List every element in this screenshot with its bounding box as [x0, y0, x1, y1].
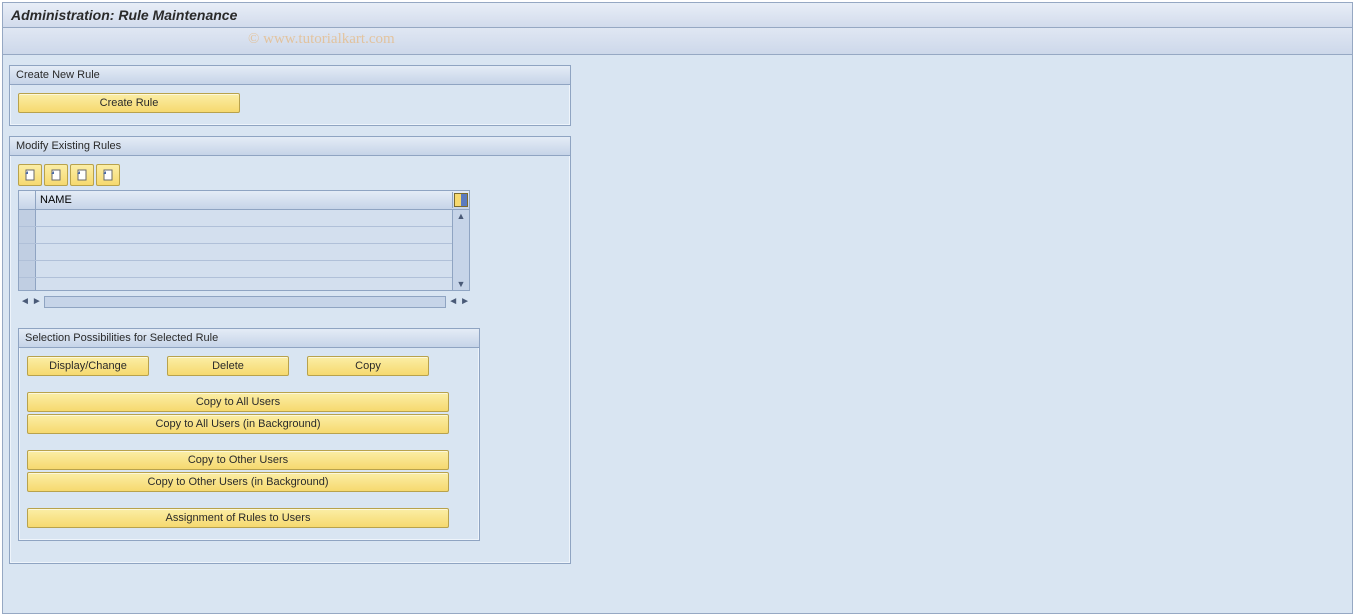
copy-to-all-users-bg-button[interactable]: Copy to All Users (in Background) — [27, 414, 449, 434]
table-row[interactable] — [19, 227, 469, 244]
table-row[interactable] — [19, 210, 469, 227]
hscroll-track[interactable] — [44, 296, 446, 308]
toolbar-icon-4[interactable] — [96, 164, 120, 186]
table-configure-button[interactable] — [452, 192, 469, 208]
copy-to-other-users-button[interactable]: Copy to Other Users — [27, 450, 449, 470]
table-row[interactable] — [19, 244, 469, 261]
vertical-scrollbar[interactable]: ▲ ▼ — [452, 210, 469, 290]
scroll-right-icon[interactable]: ◄ — [448, 295, 458, 308]
title-bar: Administration: Rule Maintenance — [3, 3, 1352, 28]
row-selector[interactable] — [19, 261, 36, 277]
watermark-text: © www.tutorialkart.com — [248, 31, 395, 48]
document-icon — [101, 168, 115, 182]
assignment-rules-button[interactable]: Assignment of Rules to Users — [27, 508, 449, 528]
toolbar-icon-3[interactable] — [70, 164, 94, 186]
cell-name[interactable] — [36, 210, 469, 226]
horizontal-scrollbar[interactable]: ◄ ► ◄ ► — [18, 291, 472, 308]
panel-create-rule-header: Create New Rule — [10, 66, 570, 85]
row-selector[interactable] — [19, 278, 36, 290]
table-row[interactable] — [19, 278, 469, 290]
page-title: Administration: Rule Maintenance — [11, 7, 237, 23]
panel-modify-rules: Modify Existing Rules — [9, 136, 571, 564]
row-selector[interactable] — [19, 227, 36, 243]
scroll-down-icon[interactable]: ▼ — [457, 278, 466, 290]
cell-name[interactable] — [36, 261, 469, 277]
panel-create-rule: Create New Rule Create Rule — [9, 65, 571, 126]
table-select-all[interactable] — [19, 191, 36, 209]
panel-modify-rules-header: Modify Existing Rules — [10, 137, 570, 156]
cell-name[interactable] — [36, 244, 469, 260]
toolbar-icon-2[interactable] — [44, 164, 68, 186]
column-header-name[interactable]: NAME — [36, 194, 452, 206]
document-icon — [49, 168, 63, 182]
copy-to-other-users-bg-button[interactable]: Copy to Other Users (in Background) — [27, 472, 449, 492]
rules-table: NAME — [18, 190, 470, 291]
app-toolbar: © www.tutorialkart.com — [3, 28, 1352, 55]
scroll-left-icon[interactable]: ► — [32, 295, 42, 308]
delete-button[interactable]: Delete — [167, 356, 289, 376]
panel-selection-possibilities: Selection Possibilities for Selected Rul… — [18, 328, 480, 541]
app-window: Administration: Rule Maintenance © www.t… — [2, 2, 1353, 614]
document-icon — [23, 168, 37, 182]
document-icon — [75, 168, 89, 182]
table-header-row: NAME — [19, 191, 469, 210]
modify-toolbar — [18, 164, 562, 186]
table-row[interactable] — [19, 261, 469, 278]
toolbar-icon-1[interactable] — [18, 164, 42, 186]
create-rule-button[interactable]: Create Rule — [18, 93, 240, 113]
table-body: ▲ ▼ — [19, 210, 469, 290]
display-change-button[interactable]: Display/Change — [27, 356, 149, 376]
scroll-up-icon[interactable]: ▲ — [457, 210, 466, 222]
scroll-right-end-icon[interactable]: ► — [460, 295, 470, 308]
panel-selection-header: Selection Possibilities for Selected Rul… — [19, 329, 479, 348]
copy-to-all-users-button[interactable]: Copy to All Users — [27, 392, 449, 412]
content-area: Create New Rule Create Rule Modify Exist… — [3, 55, 1352, 613]
copy-button[interactable]: Copy — [307, 356, 429, 376]
cell-name[interactable] — [36, 278, 469, 290]
row-selector[interactable] — [19, 244, 36, 260]
cell-name[interactable] — [36, 227, 469, 243]
scroll-left-start-icon[interactable]: ◄ — [20, 295, 30, 308]
row-selector[interactable] — [19, 210, 36, 226]
table-settings-icon — [454, 193, 468, 207]
